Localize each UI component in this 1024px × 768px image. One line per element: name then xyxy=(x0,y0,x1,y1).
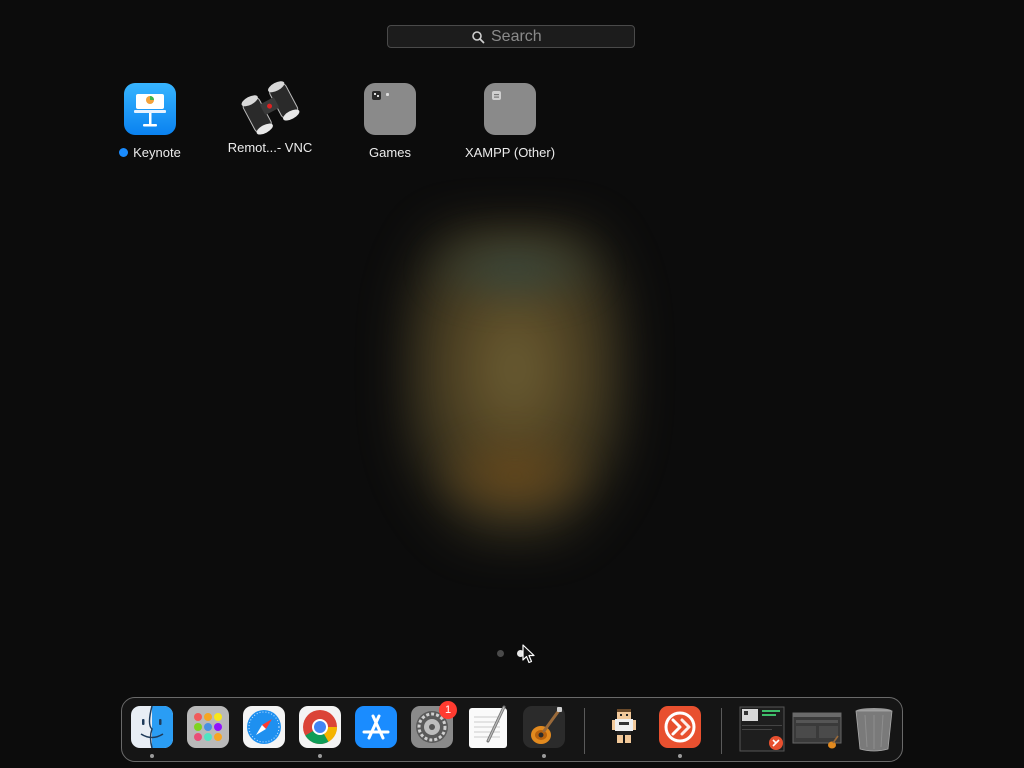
dock-item-chrome[interactable] xyxy=(298,705,342,758)
remote-desktop-icon xyxy=(659,706,701,748)
app-keynote[interactable]: Keynote xyxy=(95,83,205,160)
app-label: XAMPP (Other) xyxy=(464,145,556,160)
dock-separator xyxy=(584,708,585,754)
search-field[interactable] xyxy=(387,25,635,48)
app-label-text: Keynote xyxy=(133,145,181,160)
running-indicator xyxy=(678,754,682,758)
finder-icon xyxy=(131,705,173,749)
dock-item-finder[interactable] xyxy=(130,705,174,758)
pixel-character-icon xyxy=(612,709,636,743)
dock-item-system-preferences[interactable]: 1 xyxy=(410,701,457,749)
dock-item-minimized-window-1[interactable] xyxy=(738,705,786,752)
dock-item-trash[interactable] xyxy=(852,705,896,752)
window-thumbnail-icon xyxy=(739,706,785,752)
app-label: Remot...- VNC xyxy=(227,140,313,155)
folder-xampp-other[interactable]: XAMPP (Other) xyxy=(455,83,565,160)
dock-item-pixel-character[interactable] xyxy=(602,705,646,749)
safari-icon xyxy=(243,706,285,748)
dock-item-textedit[interactable] xyxy=(466,705,510,749)
running-indicator xyxy=(542,754,546,758)
mouse-cursor xyxy=(522,644,535,664)
app-label: Games xyxy=(369,145,411,160)
dock-item-remote-desktop[interactable] xyxy=(658,705,702,758)
garageband-icon xyxy=(523,706,565,748)
page-indicator-1[interactable] xyxy=(497,650,504,657)
app-store-icon xyxy=(355,706,397,748)
dock-item-safari[interactable] xyxy=(242,705,286,749)
app-label: Keynote xyxy=(119,145,181,160)
trash-icon xyxy=(855,708,893,752)
launchpad-screen: Keynote Remot...- VNC xyxy=(0,0,1024,768)
notification-badge: 1 xyxy=(439,701,457,719)
folder-icon xyxy=(364,83,416,135)
folder-games[interactable]: Games xyxy=(335,83,445,160)
running-indicator xyxy=(318,754,322,758)
background-blur-top xyxy=(420,235,610,305)
dock-item-launchpad[interactable] xyxy=(186,705,230,749)
folder-icon xyxy=(484,83,536,135)
new-app-dot xyxy=(119,148,129,157)
search-input[interactable] xyxy=(491,27,551,46)
dock: 1 xyxy=(121,697,903,762)
dock-item-garageband[interactable] xyxy=(522,705,566,758)
keynote-icon xyxy=(124,83,176,135)
chrome-icon xyxy=(299,706,341,748)
dock-item-minimized-window-2[interactable] xyxy=(792,705,842,749)
binoculars-icon xyxy=(238,78,302,136)
dock-separator xyxy=(721,708,722,754)
app-remote-vnc[interactable]: Remot...- VNC xyxy=(215,78,325,155)
textedit-icon xyxy=(469,705,507,748)
running-indicator xyxy=(150,754,154,758)
search-icon xyxy=(472,30,485,43)
dock-item-app-store[interactable] xyxy=(354,705,398,749)
window-thumbnail-icon xyxy=(792,712,842,749)
launchpad-icon xyxy=(187,706,229,748)
background-blur-bottom xyxy=(430,430,600,520)
